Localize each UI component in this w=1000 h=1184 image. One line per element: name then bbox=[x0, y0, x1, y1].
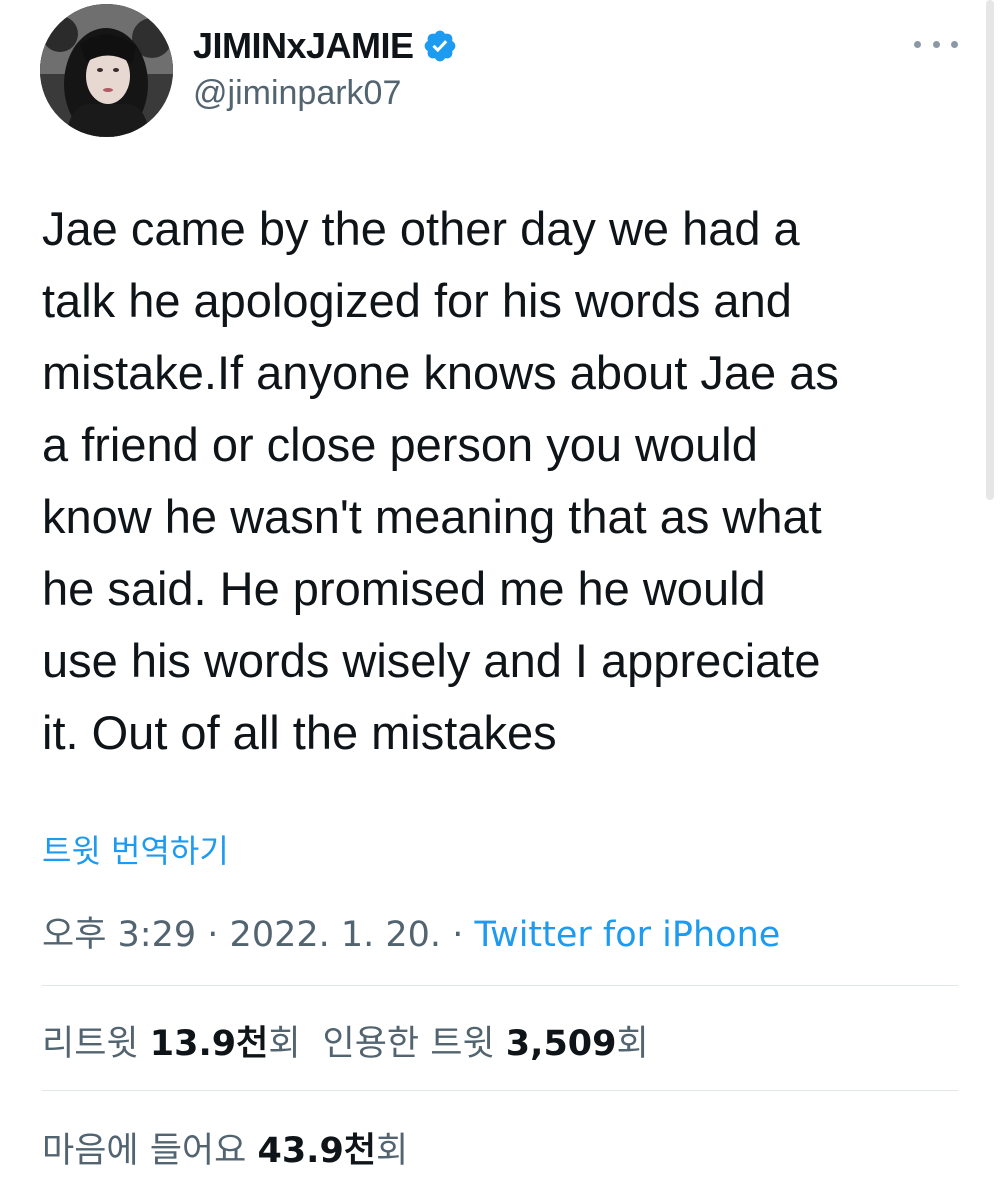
tweet-metadata: 오후 3:29 · 2022. 1. 20. · Twitter for iPh… bbox=[42, 906, 780, 957]
more-dot bbox=[932, 40, 940, 48]
retweets-label: 리트윗 bbox=[42, 1024, 139, 1064]
tweet-header: JIMINxJAMIE @jiminpark07 bbox=[0, 0, 1000, 150]
likes-count: 43.9천 bbox=[257, 1131, 377, 1171]
divider bbox=[42, 1090, 958, 1091]
retweets-count: 13.9천 bbox=[149, 1024, 269, 1064]
avatar-image bbox=[40, 4, 173, 137]
retweets-suffix: 회 bbox=[268, 1024, 301, 1064]
divider bbox=[42, 985, 958, 986]
engagement-stats: 리트윗 13.9천회 인용한 트윗 3,509회 bbox=[42, 1015, 649, 1066]
user-handle[interactable]: @jiminpark07 bbox=[193, 74, 401, 113]
meta-separator: · bbox=[207, 915, 219, 955]
quote-tweets-count: 3,509 bbox=[505, 1024, 617, 1064]
tweet-time[interactable]: 오후 3:29 bbox=[42, 915, 196, 955]
verified-badge-icon bbox=[422, 28, 458, 64]
more-dot bbox=[951, 40, 958, 48]
likes-suffix: 회 bbox=[376, 1131, 409, 1171]
quote-tweets-label: 인용한 트윗 bbox=[322, 1024, 495, 1064]
likes-stats: 마음에 들어요 43.9천회 bbox=[42, 1122, 408, 1173]
more-dot bbox=[914, 40, 921, 48]
display-name[interactable]: JIMINxJAMIE bbox=[193, 25, 414, 67]
quote-tweets-suffix: 회 bbox=[616, 1024, 649, 1064]
more-options-icon[interactable] bbox=[914, 32, 958, 56]
retweets-stat[interactable]: 리트윗 13.9천회 bbox=[42, 1024, 301, 1064]
translate-tweet-link[interactable]: 트윗 번역하기 bbox=[42, 826, 229, 872]
tweet-source-link[interactable]: Twitter for iPhone bbox=[474, 915, 780, 955]
quote-tweets-stat[interactable]: 인용한 트윗 3,509회 bbox=[323, 1024, 649, 1064]
meta-separator: · bbox=[452, 915, 464, 955]
avatar[interactable] bbox=[40, 4, 173, 137]
likes-stat[interactable]: 마음에 들어요 43.9천회 bbox=[42, 1131, 408, 1171]
tweet-date[interactable]: 2022. 1. 20. bbox=[230, 915, 442, 955]
scrollbar[interactable] bbox=[986, 0, 994, 500]
likes-label: 마음에 들어요 bbox=[42, 1131, 247, 1171]
tweet-text: Jae came by the other day we had a talk … bbox=[42, 202, 839, 759]
display-name-row: JIMINxJAMIE bbox=[193, 24, 458, 68]
